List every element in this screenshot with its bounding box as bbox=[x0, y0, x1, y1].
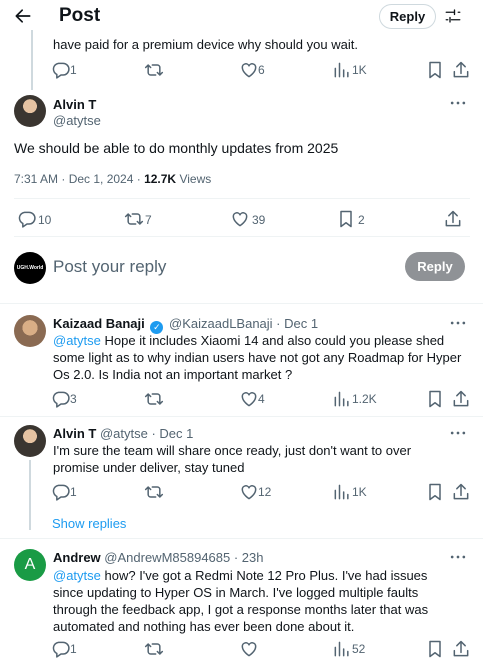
share-icon[interactable] bbox=[451, 60, 471, 80]
share-icon[interactable] bbox=[443, 209, 463, 229]
back-arrow-icon[interactable] bbox=[13, 6, 33, 26]
views-icon[interactable] bbox=[332, 60, 352, 80]
views-label: Views bbox=[176, 172, 212, 186]
views-icon[interactable] bbox=[332, 639, 352, 659]
tweet-meta: 7:31 AM · Dec 1, 2024 · 12.7K Views bbox=[14, 172, 211, 186]
thread-line bbox=[31, 30, 33, 90]
divider bbox=[0, 416, 483, 417]
author-name[interactable]: Kaizaad Banaji bbox=[53, 316, 145, 331]
divider bbox=[0, 538, 483, 539]
reply-icon[interactable] bbox=[51, 639, 71, 659]
sliders-icon[interactable] bbox=[444, 7, 462, 25]
avatar-letter: A bbox=[24, 556, 36, 573]
bookmark-icon[interactable] bbox=[425, 639, 445, 659]
avatar[interactable] bbox=[14, 425, 46, 457]
author-handle[interactable]: @atytse bbox=[100, 426, 148, 441]
bookmark-count: 2 bbox=[358, 213, 365, 227]
reply-input[interactable]: Post your reply bbox=[53, 257, 166, 277]
like-icon[interactable] bbox=[239, 482, 259, 502]
more-icon[interactable] bbox=[448, 423, 468, 443]
reply-count: 1 bbox=[70, 485, 77, 499]
divider bbox=[14, 198, 470, 199]
share-icon[interactable] bbox=[451, 389, 471, 409]
reply-header: Andrew @AndrewM85894685 · 23h bbox=[53, 550, 264, 565]
like-count: 6 bbox=[258, 63, 265, 77]
prev-tweet-text: have paid for a premium device why shoul… bbox=[53, 37, 358, 52]
bookmark-icon[interactable] bbox=[336, 209, 356, 229]
like-count: 12 bbox=[258, 485, 272, 499]
reply-body: how? I've got a Redmi Note 12 Pro Plus. … bbox=[53, 568, 429, 634]
show-replies-link[interactable]: Show replies bbox=[52, 516, 126, 531]
views-count: 1.2K bbox=[352, 392, 377, 406]
composer-avatar: UGH.World bbox=[14, 252, 46, 284]
repost-icon[interactable] bbox=[144, 639, 164, 659]
repost-icon[interactable] bbox=[144, 482, 164, 502]
avatar[interactable]: A bbox=[14, 549, 46, 581]
mention-link[interactable]: @atytse bbox=[53, 333, 101, 348]
repost-icon[interactable] bbox=[144, 60, 164, 80]
bookmark-icon[interactable] bbox=[425, 60, 445, 80]
author-name[interactable]: Andrew bbox=[53, 550, 101, 565]
avatar[interactable] bbox=[14, 95, 46, 127]
reply-count: 1 bbox=[70, 642, 77, 656]
thread-line bbox=[29, 460, 31, 530]
reply-submit-button[interactable]: Reply bbox=[405, 252, 465, 281]
author-handle[interactable]: @atytse bbox=[53, 113, 101, 128]
bookmark-icon[interactable] bbox=[425, 389, 445, 409]
reply-date[interactable]: · Dec 1 bbox=[273, 316, 318, 331]
like-icon[interactable] bbox=[230, 209, 250, 229]
reply-text: @atytse how? I've got a Redmi Note 12 Pr… bbox=[53, 567, 443, 635]
reply-date[interactable]: · 23h bbox=[230, 550, 264, 565]
repost-count: 7 bbox=[145, 213, 152, 227]
share-icon[interactable] bbox=[451, 482, 471, 502]
divider bbox=[14, 236, 470, 237]
author-handle[interactable]: @AndrewM85894685 bbox=[104, 550, 230, 565]
views-count: 52 bbox=[352, 642, 366, 656]
repost-icon[interactable] bbox=[144, 389, 164, 409]
author-name[interactable]: Alvin T bbox=[53, 426, 96, 441]
views-count: 1K bbox=[352, 485, 367, 499]
like-count: 39 bbox=[252, 213, 266, 227]
like-icon[interactable] bbox=[239, 389, 259, 409]
header: Post Reply bbox=[0, 0, 483, 33]
tweet-timestamp[interactable]: 7:31 AM · Dec 1, 2024 · bbox=[14, 172, 144, 186]
reply-body: I'm sure the team will share once ready,… bbox=[53, 443, 412, 475]
views-icon[interactable] bbox=[332, 389, 352, 409]
reply-icon[interactable] bbox=[51, 389, 71, 409]
like-count: 4 bbox=[258, 392, 265, 406]
bookmark-icon[interactable] bbox=[425, 482, 445, 502]
tweet-text: We should be able to do monthly updates … bbox=[14, 140, 339, 156]
views-icon[interactable] bbox=[332, 482, 352, 502]
more-icon[interactable] bbox=[448, 547, 468, 567]
author-name[interactable]: Alvin T bbox=[53, 97, 96, 112]
reply-text: @atytse Hope it includes Xiaomi 14 and a… bbox=[53, 332, 465, 383]
repost-icon[interactable] bbox=[124, 209, 144, 229]
mention-link[interactable]: @atytse bbox=[53, 568, 101, 583]
like-icon[interactable] bbox=[239, 639, 259, 659]
reply-count: 3 bbox=[70, 392, 77, 406]
views-count: 12.7K bbox=[144, 172, 177, 186]
share-icon[interactable] bbox=[451, 639, 471, 659]
composer-avatar-text: UGH.World bbox=[16, 265, 44, 271]
reply-header: Alvin T @atytse · Dec 1 bbox=[53, 426, 193, 441]
views-count: 1K bbox=[352, 63, 367, 77]
page-title: Post bbox=[59, 5, 101, 26]
reply-body: Hope it includes Xiaomi 14 and also coul… bbox=[53, 333, 462, 382]
reply-icon[interactable] bbox=[51, 482, 71, 502]
divider bbox=[0, 303, 483, 304]
reply-count: 10 bbox=[38, 213, 52, 227]
reply-count: 1 bbox=[70, 63, 77, 77]
like-icon[interactable] bbox=[239, 60, 259, 80]
avatar[interactable] bbox=[14, 315, 46, 347]
reply-date[interactable]: · Dec 1 bbox=[148, 426, 193, 441]
reply-icon[interactable] bbox=[17, 209, 37, 229]
author-handle[interactable]: @KaizaadLBanaji bbox=[169, 316, 273, 331]
header-reply-button[interactable]: Reply bbox=[379, 4, 436, 29]
more-icon[interactable] bbox=[448, 93, 468, 113]
reply-icon[interactable] bbox=[51, 60, 71, 80]
more-icon[interactable] bbox=[448, 313, 468, 333]
